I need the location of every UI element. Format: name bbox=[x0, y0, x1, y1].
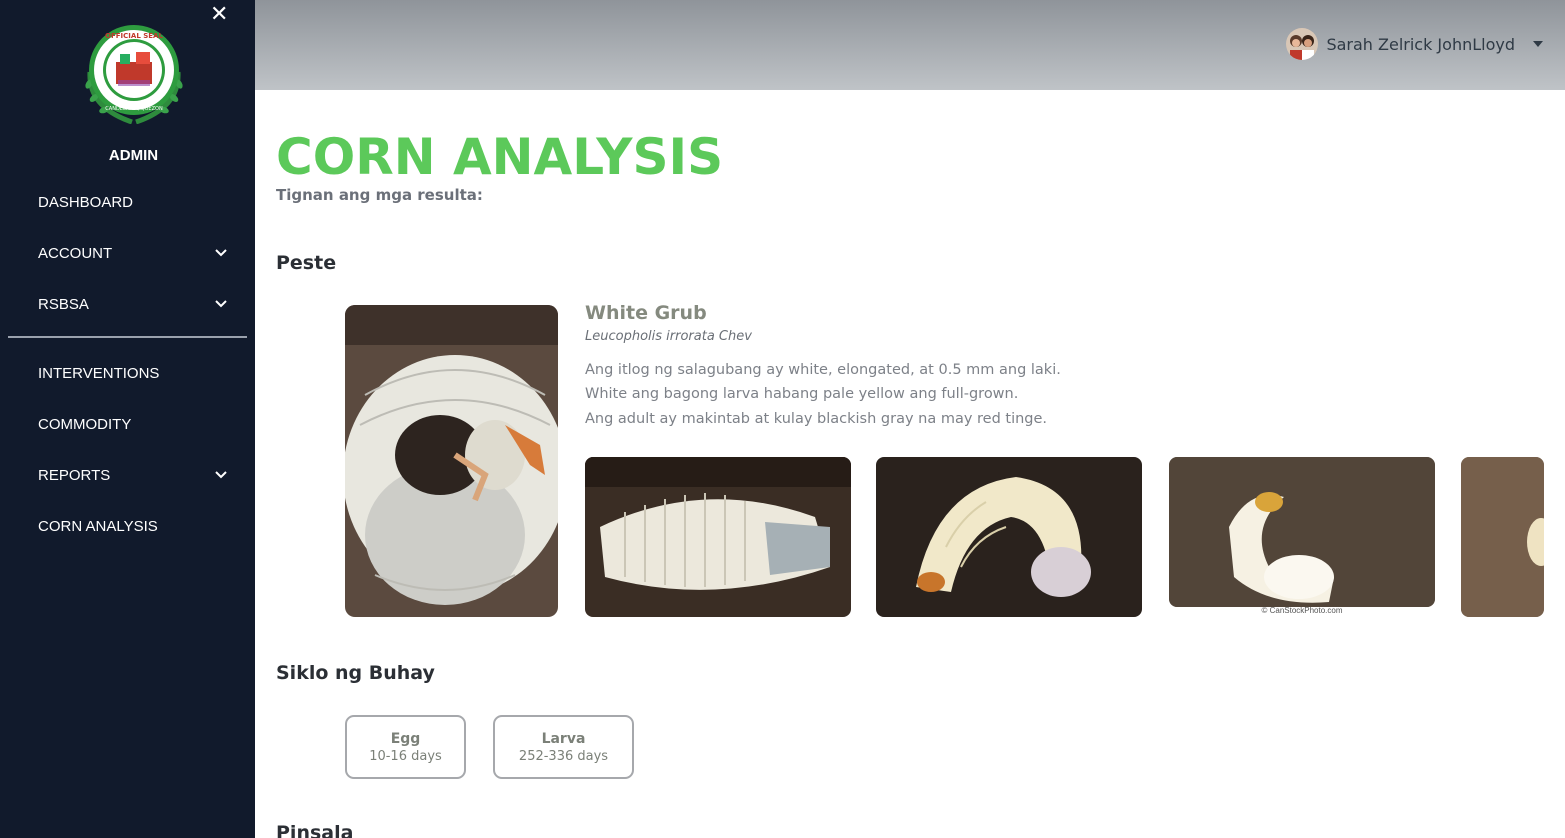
stage-duration: 10-16 days bbox=[369, 748, 442, 764]
caret-down-icon[interactable] bbox=[1533, 41, 1543, 47]
section-heading-lifecycle: Siklo ng Buhay bbox=[276, 662, 435, 684]
sidebar: ✕ OFFICIAL SEAL CANDELARIA, QUEZON ADMIN… bbox=[0, 0, 255, 838]
user-name: Sarah Zelrick JohnLloyd bbox=[1326, 34, 1515, 54]
pest-gallery-image[interactable] bbox=[585, 457, 851, 617]
sidebar-divider bbox=[8, 336, 247, 338]
image-credit: © CanStockPhoto.com bbox=[1261, 606, 1343, 615]
svg-text:CANDELARIA, QUEZON: CANDELARIA, QUEZON bbox=[105, 106, 163, 112]
pest-gallery-image[interactable] bbox=[1169, 457, 1435, 607]
pest-gallery-image[interactable] bbox=[876, 457, 1142, 617]
lifecycle-stage-egg[interactable]: Egg 10-16 days bbox=[345, 715, 466, 779]
sidebar-item-corn-analysis[interactable]: CORN ANALYSIS bbox=[38, 511, 228, 541]
sidebar-item-label: COMMODITY bbox=[38, 415, 132, 433]
pest-scientific-name: Leucopholis irrorata Chev bbox=[585, 329, 752, 344]
sidebar-item-label: RSBSA bbox=[38, 295, 89, 313]
pest-name: White Grub bbox=[585, 302, 707, 324]
sidebar-item-rsbsa[interactable]: RSBSA bbox=[38, 289, 228, 319]
sidebar-item-label: INTERVENTIONS bbox=[38, 364, 160, 382]
sidebar-item-interventions[interactable]: INTERVENTIONS bbox=[38, 358, 228, 388]
pest-description-line: White ang bagong larva habang pale yello… bbox=[585, 386, 1019, 402]
stage-duration: 252-336 days bbox=[518, 748, 609, 764]
sidebar-item-dashboard[interactable]: DASHBOARD bbox=[38, 187, 228, 217]
sidebar-item-reports[interactable]: REPORTS bbox=[38, 460, 228, 490]
svg-text:OFFICIAL SEAL: OFFICIAL SEAL bbox=[105, 32, 163, 40]
sidebar-item-label: ACCOUNT bbox=[38, 244, 113, 262]
section-heading-pest: Peste bbox=[276, 252, 337, 274]
avatar bbox=[1286, 28, 1319, 60]
pest-gallery-image[interactable] bbox=[1461, 457, 1544, 617]
sidebar-item-label: CORN ANALYSIS bbox=[38, 517, 158, 535]
pest-description-line: Ang adult ay makintab at kulay blackish … bbox=[585, 411, 1048, 427]
pest-main-photo bbox=[345, 305, 558, 617]
stage-name: Egg bbox=[390, 730, 421, 747]
page-title: CORN ANALYSIS bbox=[276, 128, 724, 186]
sidebar-item-commodity[interactable]: COMMODITY bbox=[38, 409, 228, 439]
chevron-down-icon bbox=[214, 468, 228, 482]
lifecycle-stage-larva[interactable]: Larva 252-336 days bbox=[493, 715, 634, 779]
user-menu[interactable]: Sarah Zelrick JohnLloyd bbox=[1286, 28, 1543, 60]
sidebar-item-label: REPORTS bbox=[38, 466, 111, 484]
official-seal-logo: OFFICIAL SEAL CANDELARIA, QUEZON bbox=[80, 22, 188, 125]
sidebar-item-account[interactable]: ACCOUNT bbox=[38, 238, 228, 268]
stage-name: Larva bbox=[541, 730, 586, 747]
close-icon[interactable]: ✕ bbox=[210, 2, 228, 27]
chevron-down-icon bbox=[214, 246, 228, 260]
top-bar: Sarah Zelrick JohnLloyd bbox=[255, 0, 1565, 90]
section-heading-damage: Pinsala bbox=[276, 822, 354, 838]
chevron-down-icon bbox=[214, 297, 228, 311]
pest-description-line: Ang itlog ng salagubang ay white, elonga… bbox=[585, 362, 1061, 378]
user-role-label: ADMIN bbox=[108, 147, 159, 164]
page-subtitle: Tignan ang mga resulta: bbox=[276, 186, 483, 204]
sidebar-item-label: DASHBOARD bbox=[38, 193, 134, 211]
